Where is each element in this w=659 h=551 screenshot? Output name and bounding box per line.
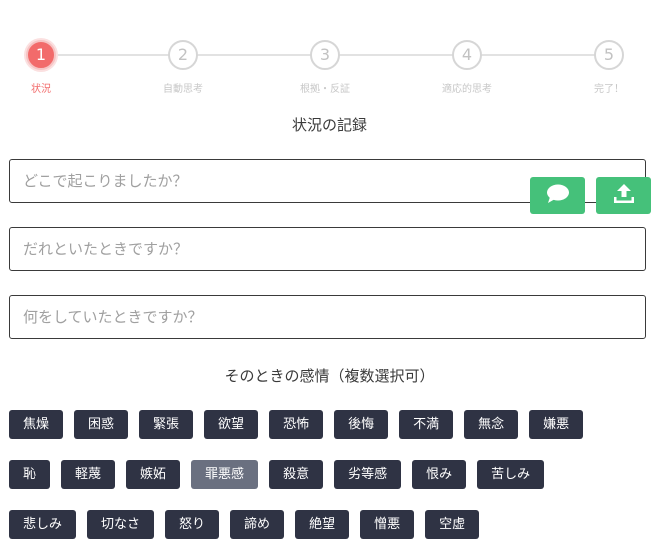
step-3-label: 根拠・反証: [300, 84, 350, 95]
step-2[interactable]: 2 自動思考: [123, 40, 243, 95]
speech-bubble-icon: [545, 183, 571, 209]
step-5[interactable]: 5 完了！: [549, 40, 659, 95]
emotion-row-3: 悲しみ 切なさ 怒り 諦め 絶望 憎悪 空虚: [9, 510, 480, 539]
step-4-label: 適応的思考: [442, 84, 492, 95]
step-1-circle: 1: [26, 40, 56, 70]
emotion-chip[interactable]: 焦燥: [9, 410, 64, 439]
emotion-row-2: 恥 軽蔑 嫉妬 罪悪感 殺意 劣等感 恨み 苦しみ: [9, 460, 545, 489]
step-5-circle: 5: [594, 40, 624, 70]
emotion-chip[interactable]: 恨み: [412, 460, 467, 489]
upload-icon: [611, 182, 637, 210]
emotion-chip[interactable]: 軽蔑: [61, 460, 116, 489]
step-2-label: 自動思考: [163, 84, 203, 95]
emotion-chip[interactable]: 欲望: [204, 410, 259, 439]
section-title: 状況の記録: [291, 116, 367, 134]
emotion-chip[interactable]: 怒り: [165, 510, 220, 539]
step-1-label: 状況: [31, 84, 51, 95]
emotion-chip[interactable]: 諦め: [230, 510, 285, 539]
emotion-chip[interactable]: 悲しみ: [9, 510, 77, 539]
emotion-chip[interactable]: 憎悪: [360, 510, 415, 539]
emotion-chip-selected[interactable]: 罪悪感: [191, 460, 259, 489]
emotion-chip[interactable]: 緊張: [139, 410, 194, 439]
emotion-chip[interactable]: 嫌悪: [529, 410, 584, 439]
step-2-circle: 2: [168, 40, 198, 70]
emotion-chip[interactable]: 殺意: [269, 460, 324, 489]
emotion-chip[interactable]: 絶望: [295, 510, 350, 539]
step-1[interactable]: 1 状況: [0, 40, 101, 95]
emotion-chip[interactable]: 無念: [464, 410, 519, 439]
emotion-chip[interactable]: 不満: [399, 410, 454, 439]
emotion-chip[interactable]: 嫉妬: [126, 460, 181, 489]
step-4-circle: 4: [452, 40, 482, 70]
what-input[interactable]: [9, 295, 646, 339]
step-3[interactable]: 3 根拠・反証: [265, 40, 385, 95]
progress-stepper: 1 状況 2 自動思考 3 根拠・反証 4 適応的思考 5 完了！: [0, 40, 659, 100]
emotion-chip[interactable]: 切なさ: [87, 510, 155, 539]
emotion-chip[interactable]: 後悔: [334, 410, 389, 439]
comment-button[interactable]: [530, 177, 585, 214]
step-5-label: 完了！: [594, 84, 624, 95]
emotion-row-1: 焦燥 困惑 緊張 欲望 恐怖 後悔 不満 無念 嫌悪: [9, 410, 584, 439]
step-4[interactable]: 4 適応的思考: [407, 40, 527, 95]
emotions-title: そのときの感情（複数選択可）: [224, 367, 435, 385]
emotion-chip[interactable]: 困惑: [74, 410, 129, 439]
who-input[interactable]: [9, 227, 646, 271]
emotion-chip[interactable]: 空虚: [425, 510, 480, 539]
emotion-chip[interactable]: 恥: [9, 460, 51, 489]
emotion-chip[interactable]: 恐怖: [269, 410, 324, 439]
emotion-chip[interactable]: 劣等感: [334, 460, 402, 489]
upload-button[interactable]: [596, 177, 651, 214]
emotion-chip[interactable]: 苦しみ: [477, 460, 545, 489]
step-3-circle: 3: [310, 40, 340, 70]
